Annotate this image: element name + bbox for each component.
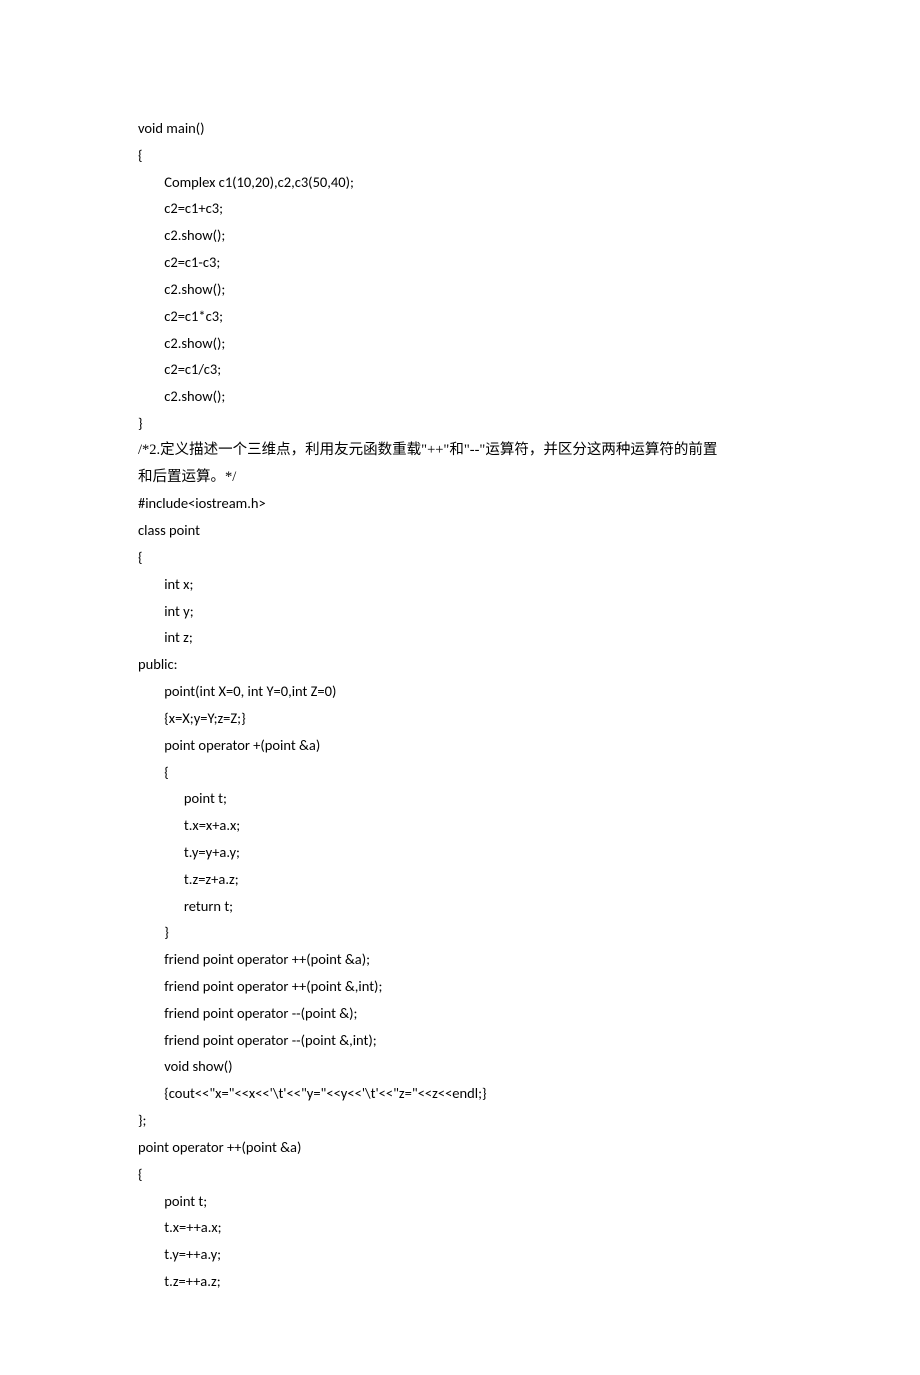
code-line: } (138, 919, 782, 946)
code-line: friend point operator ++(point &,int); (138, 973, 782, 1000)
code-line: public: (138, 651, 782, 678)
code-line: c2.show(); (138, 276, 782, 303)
code-line: point(int X=0, int Y=0,int Z=0) (138, 678, 782, 705)
code-line: int z; (138, 624, 782, 651)
code-line: friend point operator ++(point &a); (138, 946, 782, 973)
code-line: {cout<<"x="<<x<<'\t'<<"y="<<y<<'\t'<<"z=… (138, 1080, 782, 1107)
code-line: void show() (138, 1053, 782, 1080)
code-line: friend point operator --(point &,int); (138, 1027, 782, 1054)
code-line: c2=c1+c3; (138, 195, 782, 222)
code-line: c2=c1-c3; (138, 249, 782, 276)
code-line: } (138, 410, 782, 437)
code-line: { (138, 759, 782, 786)
code-line: t.z=z+a.z; (138, 866, 782, 893)
code-line: void main() (138, 115, 782, 142)
code-comment-line: 和后置运算。*/ (138, 464, 782, 491)
code-line: return t; (138, 893, 782, 920)
code-line: t.x=x+a.x; (138, 812, 782, 839)
code-line: point operator ++(point &a) (138, 1134, 782, 1161)
code-line: t.y=++a.y; (138, 1241, 782, 1268)
code-line: point t; (138, 1188, 782, 1215)
code-line: class point (138, 517, 782, 544)
code-line: { (138, 544, 782, 571)
code-line: { (138, 142, 782, 169)
code-line: c2=c1*c3; (138, 303, 782, 330)
code-line: }; (138, 1107, 782, 1134)
code-line: {x=X;y=Y;z=Z;} (138, 705, 782, 732)
code-line: c2.show(); (138, 222, 782, 249)
code-comment-line: /*2.定义描述一个三维点，利用友元函数重载"++"和"--"运算符，并区分这两… (138, 437, 782, 464)
code-line: c2.show(); (138, 330, 782, 357)
code-line: point operator +(point &a) (138, 732, 782, 759)
document-page: void main() { Complex c1(10,20),c2,c3(50… (0, 0, 920, 1375)
code-line: { (138, 1161, 782, 1188)
code-line: t.x=++a.x; (138, 1214, 782, 1241)
code-line: t.y=y+a.y; (138, 839, 782, 866)
code-line: int y; (138, 598, 782, 625)
code-line: c2=c1/c3; (138, 356, 782, 383)
code-line: point t; (138, 785, 782, 812)
code-line: c2.show(); (138, 383, 782, 410)
code-line: t.z=++a.z; (138, 1268, 782, 1295)
code-line: int x; (138, 571, 782, 598)
code-line: #include<iostream.h> (138, 490, 782, 517)
code-line: Complex c1(10,20),c2,c3(50,40); (138, 169, 782, 196)
code-line: friend point operator --(point &); (138, 1000, 782, 1027)
